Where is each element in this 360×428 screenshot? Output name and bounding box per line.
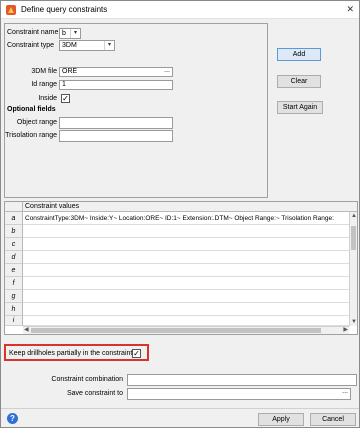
object-range-label: Object range (16, 119, 57, 126)
row-header[interactable]: b (5, 225, 23, 238)
constraint-type-select[interactable]: 3DM ▾ (59, 40, 115, 51)
start-again-button[interactable]: Start Again (277, 101, 323, 114)
window-title: Define query constraints (21, 5, 108, 14)
file-field[interactable]: ORE ... (59, 67, 173, 77)
row-header[interactable]: a (5, 212, 23, 225)
keep-drillholes-checkbox[interactable]: ✓ (132, 349, 141, 358)
scroll-left-icon[interactable]: ◀ (24, 326, 29, 334)
constraint-type-value: 3DM (62, 42, 77, 49)
row-header[interactable]: e (5, 264, 23, 277)
grid-cell[interactable] (23, 264, 349, 277)
constraint-combination-label: Constraint combination (51, 376, 123, 383)
row-header[interactable]: c (5, 238, 23, 251)
save-constraint-label: Save constraint to (66, 390, 123, 397)
dialog-window: Define query constraints ✕ Constraint na… (0, 0, 360, 428)
chevron-down-icon[interactable]: ▾ (70, 29, 80, 38)
grid-cell[interactable]: ConstraintType:3DM~ Inside:Y~ Location:O… (23, 212, 349, 225)
browse-icon[interactable]: ... (164, 68, 170, 75)
vertical-scroll-thumb[interactable] (351, 226, 356, 250)
constraint-form-panel: Constraint name b ▾ Constraint type 3DM … (4, 23, 268, 198)
id-range-field[interactable]: 1 (59, 80, 173, 90)
constraint-name-value: b (62, 30, 66, 37)
grid-cell[interactable] (23, 238, 349, 251)
cancel-button[interactable]: Cancel (310, 413, 356, 426)
save-constraint-field[interactable]: ... (127, 388, 351, 400)
add-button[interactable]: Add (277, 48, 321, 61)
grid-cell[interactable] (23, 290, 349, 303)
optional-fields-heading: Optional fields (7, 106, 56, 113)
trisolation-range-label: Trisolation range (5, 132, 57, 139)
grid-cell[interactable] (23, 225, 349, 238)
app-icon (6, 5, 16, 15)
apply-button[interactable]: Apply (258, 413, 304, 426)
grid-cell[interactable] (23, 251, 349, 264)
chevron-down-icon[interactable]: ▾ (104, 41, 114, 50)
close-icon[interactable]: ✕ (346, 4, 354, 15)
row-header[interactable]: g (5, 290, 23, 303)
row-header[interactable]: i (5, 316, 23, 326)
trisolation-range-field[interactable] (59, 130, 173, 142)
row-header[interactable]: h (5, 303, 23, 316)
file-value: ORE (62, 68, 78, 75)
inside-checkbox[interactable]: ✓ (61, 94, 70, 103)
constraint-type-label: Constraint type (7, 42, 55, 49)
inside-label: Inside (38, 95, 57, 102)
keep-drillholes-label: Keep drillholes partially in the constra… (9, 350, 133, 357)
scroll-right-icon[interactable]: ▶ (343, 326, 348, 334)
title-bar: Define query constraints ✕ (1, 1, 359, 19)
grid-cell[interactable] (23, 277, 349, 290)
object-range-field[interactable] (59, 117, 173, 129)
constraint-combination-field[interactable] (127, 374, 357, 386)
browse-icon[interactable]: ... (342, 389, 348, 396)
constraint-values-grid: Constraint values a ConstraintType:3DM~ … (4, 201, 358, 335)
row-header[interactable]: f (5, 277, 23, 290)
constraint-name-select[interactable]: b ▾ (59, 28, 81, 39)
grid-cell[interactable] (23, 303, 349, 316)
help-icon[interactable]: ? (7, 413, 18, 424)
scroll-down-icon[interactable]: ▼ (351, 318, 357, 326)
file-label: 3DM file (31, 68, 57, 75)
scroll-up-icon[interactable]: ▲ (351, 212, 357, 220)
vertical-scrollbar[interactable]: ▲ ▼ (349, 212, 357, 326)
row-header[interactable]: d (5, 251, 23, 264)
grid-corner (5, 202, 23, 212)
clear-button[interactable]: Clear (277, 75, 321, 88)
grid-cell[interactable] (23, 316, 349, 326)
keep-drillholes-highlight: Keep drillholes partially in the constra… (4, 344, 149, 361)
horizontal-scroll-thumb[interactable] (31, 328, 321, 333)
horizontal-scrollbar[interactable]: ◀ ▶ (23, 326, 349, 334)
column-header[interactable]: Constraint values (23, 202, 357, 212)
id-range-label: Id range (31, 81, 57, 88)
constraint-name-label: Constraint name (7, 29, 59, 36)
id-range-value: 1 (62, 81, 66, 88)
footer-divider (1, 408, 359, 409)
